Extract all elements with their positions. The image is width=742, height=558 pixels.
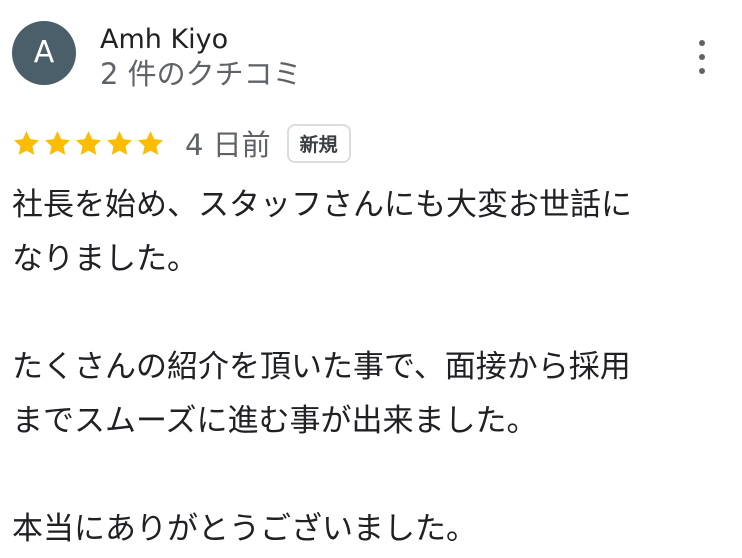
more-options-button[interactable] — [688, 40, 716, 74]
review-line: 本当にありがとうございました。 — [12, 511, 477, 547]
review-text: 社長を始め、スタッフさんにも大変お世話に なりました。 たくさんの紹介を頂いた事… — [12, 178, 734, 556]
star-icon — [76, 130, 101, 155]
new-badge: 新規 — [286, 123, 351, 163]
star-icon — [45, 130, 70, 155]
review-line: たくさんの紹介を頂いた事で、面接から採用 — [12, 349, 631, 385]
star-rating — [12, 129, 165, 158]
avatar-initial: A — [33, 35, 55, 70]
reviewer-review-count: 2 件のクチコミ — [100, 57, 302, 91]
star-icon — [14, 130, 39, 155]
star-icon — [138, 130, 163, 155]
rating-row: 4 日前 新規 — [12, 122, 351, 164]
reviewer-name[interactable]: Amh Kiyo — [100, 24, 228, 56]
avatar[interactable]: A — [12, 21, 76, 85]
review-line: なりました。 — [12, 241, 198, 277]
star-icon — [107, 130, 132, 155]
review-line: までスムーズに進む事が出来ました。 — [12, 403, 538, 439]
more-vert-icon — [699, 40, 705, 46]
review-line: 社長を始め、スタッフさんにも大変お世話に — [12, 187, 632, 223]
review-date: 4 日前 — [185, 128, 271, 162]
